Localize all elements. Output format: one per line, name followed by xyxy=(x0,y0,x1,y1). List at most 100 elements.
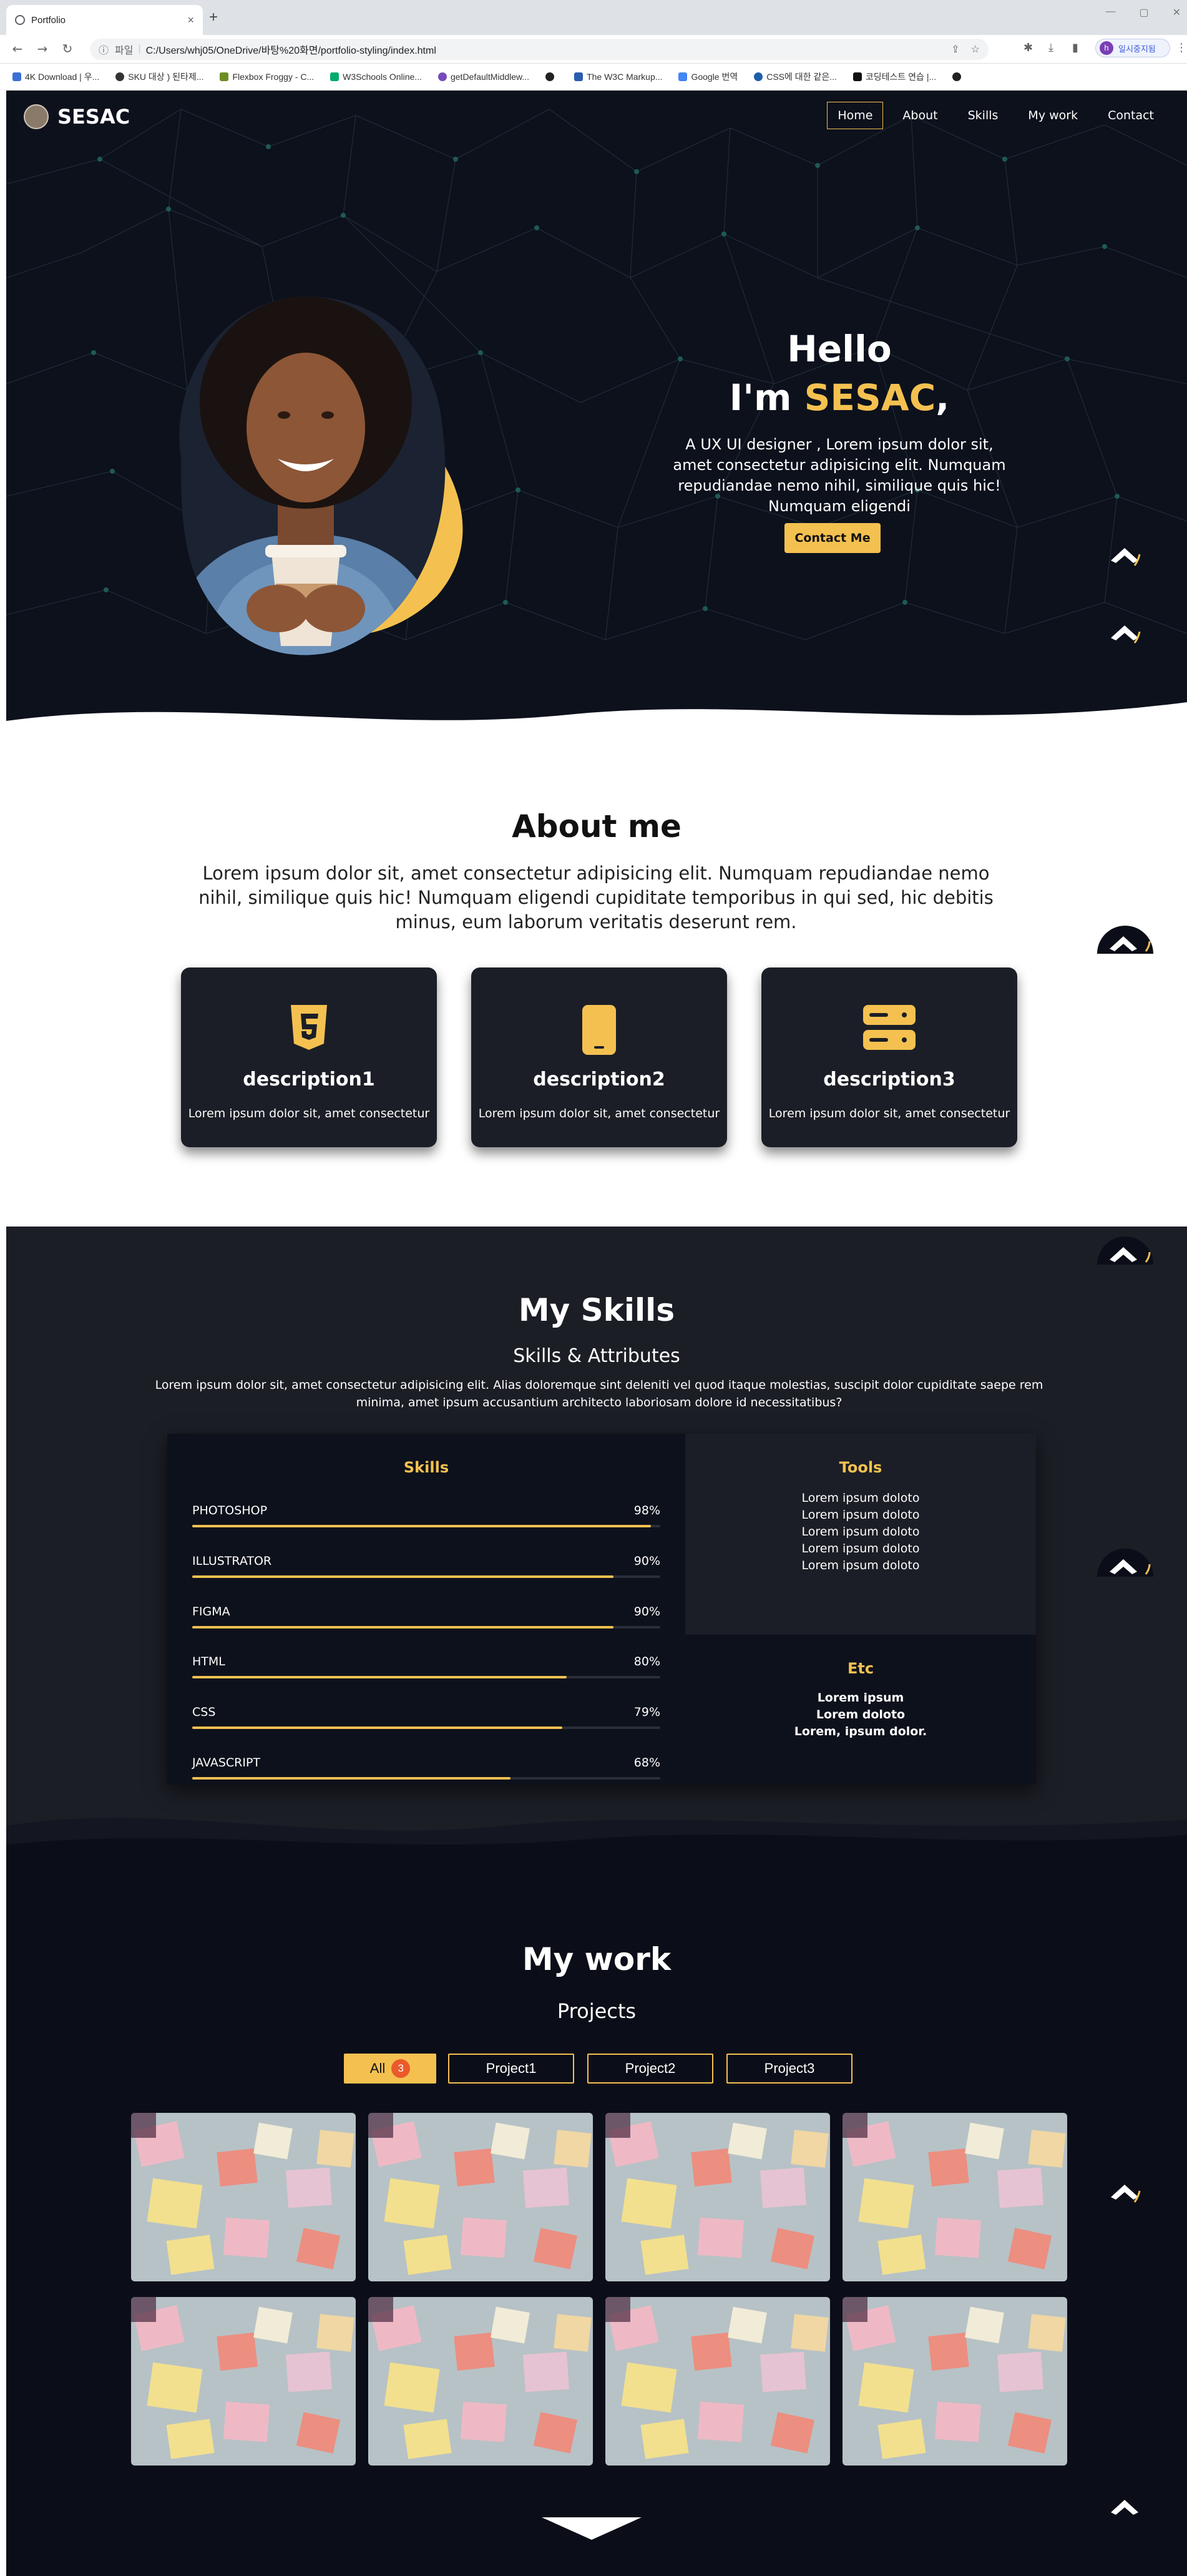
skill-name: ILLUSTRATOR xyxy=(192,1554,272,1568)
bookmark-item[interactable]: CSS에 대한 같은... xyxy=(754,71,837,83)
about-text: Lorem ipsum dolor sit, amet consectetur … xyxy=(198,863,994,933)
project-thumbnail[interactable] xyxy=(843,2297,1067,2466)
wordpress-icon xyxy=(754,72,763,81)
project-thumbnail[interactable] xyxy=(605,2297,830,2466)
skill-name: HTML xyxy=(192,1655,225,1668)
scroll-top-arrow-icon[interactable] xyxy=(1108,542,1141,569)
scroll-top-arrow-icon[interactable] xyxy=(1097,1236,1153,1265)
bookmark-item[interactable]: SKU 대상 ) 된타제... xyxy=(115,71,203,83)
project-thumbnail[interactable] xyxy=(843,2113,1067,2281)
maximize-button[interactable]: ▢ xyxy=(1139,6,1148,19)
skill-label-row: PHOTOSHOP 98% xyxy=(192,1504,660,1517)
card-title: description1 xyxy=(243,1069,375,1090)
reload-icon[interactable]: ↻ xyxy=(59,40,76,57)
skill-percent: 79% xyxy=(633,1705,660,1719)
skill-bar-track xyxy=(192,1676,660,1678)
bookmark-item[interactable]: 코딩테스트 연습 |... xyxy=(852,71,936,83)
hero-intro: Hello I'm SESAC, A UX UI designer , Lore… xyxy=(662,325,1017,517)
skill-label-row: CSS 79% xyxy=(192,1705,660,1719)
browser-toolbar: ← → ↻ ⓘ 파일 | C:/Users/whj05/OneDrive/바탕%… xyxy=(0,35,1187,64)
forward-icon[interactable]: → xyxy=(34,40,51,57)
bookmark-favicon xyxy=(852,72,862,81)
hero-description: A UX UI designer , Lorem ipsum dolor sit… xyxy=(673,436,1006,515)
skill-bar-fill xyxy=(192,1777,510,1780)
scroll-down-arrow-icon[interactable] xyxy=(542,2517,642,2540)
skills-wave-divider xyxy=(6,1818,1187,1863)
project-thumbnail[interactable] xyxy=(368,2297,593,2466)
address-bar[interactable]: ⓘ 파일 | C:/Users/whj05/OneDrive/바탕%20화면/p… xyxy=(90,39,989,60)
filter-all-button[interactable]: All 3 xyxy=(344,2054,436,2084)
bookmark-item[interactable]: 4K Download | 우... xyxy=(12,71,99,83)
bookmarks-bar: 4K Download | 우... SKU 대상 ) 된타제... Flexb… xyxy=(0,64,1187,90)
back-icon[interactable]: ← xyxy=(9,40,26,57)
download-icon[interactable]: ⤓ xyxy=(1048,41,1053,54)
bookmark-favicon xyxy=(12,72,21,81)
skills-section: My Skills Skills & Attributes Lorem ipsu… xyxy=(6,1227,1187,1863)
etc-item: Lorem doloto xyxy=(816,1708,906,1721)
scroll-top-arrow-icon[interactable] xyxy=(1097,925,1153,954)
globe-icon xyxy=(15,15,25,25)
share-icon[interactable]: ⇪ xyxy=(951,43,959,56)
skill-bar-track xyxy=(192,1626,660,1628)
bookmark-item[interactable]: The W3C Markup... xyxy=(574,72,662,82)
filter-project2-button[interactable]: Project2 xyxy=(587,2054,713,2084)
skills-lead: Lorem ipsum dolor sit, amet consectetur … xyxy=(155,1378,1043,1409)
close-tab-icon[interactable]: × xyxy=(187,14,194,27)
skill-label-row: HTML 80% xyxy=(192,1655,660,1668)
brand-name: SESAC xyxy=(57,105,130,129)
project-thumbnail[interactable] xyxy=(131,2113,356,2281)
tools-column: Tools Lorem ipsum doloto Lorem ipsum dol… xyxy=(685,1434,1036,1635)
hero-portrait xyxy=(179,296,463,655)
skill-label-row: JAVASCRIPT 68% xyxy=(192,1756,660,1770)
nav-home[interactable]: Home xyxy=(827,102,884,129)
info-icon[interactable]: ⓘ xyxy=(99,42,109,57)
nav-contact[interactable]: Contact xyxy=(1097,102,1165,129)
project-thumbnail[interactable] xyxy=(605,2113,830,2281)
menu-icon[interactable]: ⋮ xyxy=(1176,41,1187,54)
brand[interactable]: SESAC xyxy=(24,104,130,129)
tools-item: Lorem ipsum doloto xyxy=(801,1508,920,1522)
bookmark-item[interactable]: Flexbox Froggy - C... xyxy=(220,72,314,82)
bookmark-item[interactable]: Google 번역 xyxy=(678,71,738,83)
bookmark-star-icon[interactable]: ☆ xyxy=(971,43,980,56)
scroll-top-arrow-icon[interactable] xyxy=(1097,1548,1153,1577)
skills-subtitle: Skills & Attributes xyxy=(513,1345,680,1367)
skill-name: FIGMA xyxy=(192,1605,230,1619)
etc-list: Lorem ipsum Lorem doloto Lorem, ipsum do… xyxy=(685,1690,1036,1740)
scroll-top-arrow-icon[interactable] xyxy=(1108,619,1141,647)
new-tab-button[interactable]: + xyxy=(209,9,218,26)
skill-row: PHOTOSHOP 98% xyxy=(192,1504,660,1527)
nav-skills[interactable]: Skills xyxy=(957,102,1009,129)
filter-project1-button[interactable]: Project1 xyxy=(448,2054,574,2084)
skill-bar-fill xyxy=(192,1676,567,1678)
scroll-top-arrow-icon[interactable] xyxy=(1108,2178,1141,2206)
filter-project3-button[interactable]: Project3 xyxy=(726,2054,852,2084)
minimize-button[interactable]: — xyxy=(1105,6,1115,19)
bookmark-item[interactable]: W3Schools Online... xyxy=(330,72,422,82)
sidepanel-icon[interactable]: ▮ xyxy=(1072,41,1078,54)
nav-my-work[interactable]: My work xyxy=(1017,102,1088,129)
card-text: Lorem ipsum dolor sit, amet consectetur xyxy=(188,1107,430,1120)
github-bookmark[interactable] xyxy=(952,72,962,81)
scroll-top-arrow-icon[interactable] xyxy=(1108,2494,1141,2521)
contact-me-button[interactable]: Contact Me xyxy=(784,523,881,553)
etc-item: Lorem ipsum xyxy=(817,1691,904,1705)
skill-label-row: FIGMA 90% xyxy=(192,1605,660,1619)
project-thumbnail[interactable] xyxy=(368,2113,593,2281)
skill-percent: 80% xyxy=(633,1655,660,1668)
bookmark-item[interactable] xyxy=(545,72,558,81)
close-window-button[interactable]: ✕ xyxy=(1173,6,1181,19)
about-card: description1 Lorem ipsum dolor sit, amet… xyxy=(181,967,437,1147)
card-title: description2 xyxy=(533,1069,665,1090)
nav-about[interactable]: About xyxy=(892,102,948,129)
project-thumbnail[interactable] xyxy=(131,2297,356,2466)
browser-tab[interactable]: Portfolio × xyxy=(6,5,203,35)
bookmark-item[interactable]: getDefaultMiddlew... xyxy=(437,72,529,82)
skill-bar-fill xyxy=(192,1575,613,1578)
about-section: About me Lorem ipsum dolor sit, amet con… xyxy=(6,740,1187,1227)
skill-bar-fill xyxy=(192,1525,651,1527)
bookmark-favicon xyxy=(437,72,447,81)
extensions-icon[interactable]: ✱ xyxy=(1023,41,1033,54)
profile-button[interactable]: h 일시중지됨 xyxy=(1095,39,1170,57)
etc-item: Lorem, ipsum dolor. xyxy=(794,1725,927,1738)
